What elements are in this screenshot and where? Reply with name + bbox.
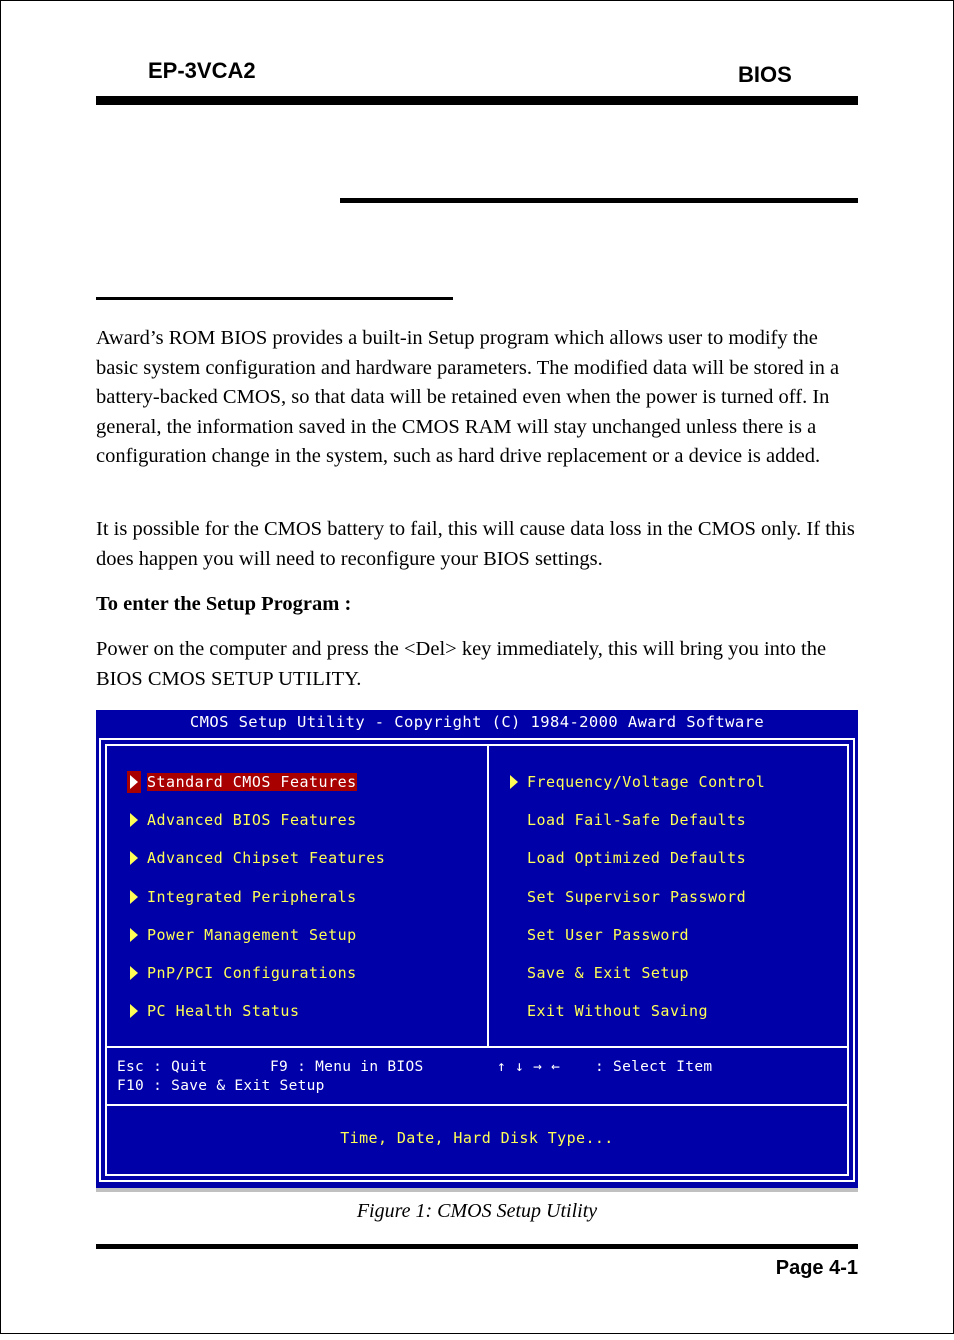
paragraph-battery: It is possible for the CMOS battery to f… — [96, 518, 855, 570]
menu-item[interactable]: Standard CMOS Features — [127, 771, 357, 793]
page-number: Page 4-1 — [775, 1257, 858, 1279]
menu-item-label: Set User Password — [527, 925, 690, 944]
menu-item[interactable]: Advanced Chipset Features — [127, 847, 385, 869]
help-f10: F10 : Save & Exit Setup — [117, 1078, 325, 1094]
menu-item[interactable]: PnP/PCI Configurations — [127, 962, 357, 984]
help-select: : Select Item — [595, 1059, 713, 1075]
column-divider — [487, 746, 489, 1046]
menu-item[interactable]: Advanced BIOS Features — [127, 809, 357, 831]
bios-screenshot: CMOS Setup Utility - Copyright (C) 1984-… — [96, 710, 858, 1188]
menu-item[interactable]: Integrated Peripherals — [127, 886, 357, 908]
submenu-arrow-icon — [127, 962, 141, 984]
menu-item-label: Advanced BIOS Features — [147, 811, 357, 830]
menu-item-label: Integrated Peripherals — [147, 887, 357, 906]
status-divider — [107, 1104, 847, 1106]
header-model: EP-3VCA2 — [148, 58, 256, 83]
submenu-arrow-icon — [127, 924, 141, 946]
paragraph-intro: Award’s ROM BIOS provides a built-in Set… — [96, 327, 840, 467]
arrow-keys-icon: ↑ ↓ → ← — [497, 1059, 561, 1075]
submenu-arrow-icon — [127, 809, 141, 831]
menu-item[interactable]: Set Supervisor Password — [527, 886, 746, 908]
bios-inner-border: Standard CMOS Features Advanced BIOS Feat… — [105, 744, 849, 1176]
subheading-enter-setup: To enter the Setup Program : — [96, 593, 352, 615]
menu-item-label: Power Management Setup — [147, 925, 357, 944]
paragraph-enter-setup: Power on the computer and press the <Del… — [96, 638, 827, 690]
menu-item[interactable]: Exit Without Saving — [527, 1000, 708, 1022]
item-description: Time, Date, Hard Disk Type... — [340, 1129, 614, 1147]
bios-outer-border: Standard CMOS Features Advanced BIOS Feat… — [99, 738, 855, 1182]
menu-item[interactable]: Load Fail-Safe Defaults — [527, 809, 746, 831]
submenu-arrow-icon — [507, 771, 521, 793]
menu-item-label: PnP/PCI Configurations — [147, 964, 357, 982]
menu-item-label: Exit Without Saving — [527, 1002, 709, 1021]
menu-item-label: Standard CMOS Features — [147, 773, 357, 791]
menu-item[interactable]: Frequency/Voltage Control — [507, 771, 765, 793]
menu-item-label: Advanced Chipset Features — [147, 849, 386, 868]
submenu-arrow-icon — [127, 771, 141, 793]
menu-item[interactable]: Save & Exit Setup — [527, 962, 689, 984]
bios-shadow — [96, 1188, 858, 1192]
submenu-arrow-icon — [127, 847, 141, 869]
help-divider — [107, 1046, 847, 1048]
menu-item[interactable]: PC Health Status — [127, 1000, 300, 1022]
header-section: BIOS — [738, 62, 792, 87]
menu-item-label: Frequency/Voltage Control — [527, 773, 766, 791]
menu-item-label: Set Supervisor Password — [527, 887, 747, 906]
menu-item-label: Save & Exit Setup — [527, 964, 690, 982]
menu-item-label: Load Optimized Defaults — [527, 849, 747, 868]
bios-title: CMOS Setup Utility - Copyright (C) 1984-… — [189, 713, 765, 731]
menu-item[interactable]: Power Management Setup — [127, 924, 357, 946]
help-esc: Esc : Quit — [117, 1059, 208, 1075]
menu-item[interactable]: Set User Password — [527, 924, 689, 946]
menu-item-label: PC Health Status — [147, 1002, 300, 1021]
section-rule — [96, 297, 453, 300]
chapter-rule — [340, 198, 858, 203]
footer-rule — [96, 1244, 858, 1249]
submenu-arrow-icon — [127, 886, 141, 908]
menu-item[interactable]: Load Optimized Defaults — [527, 847, 746, 869]
figure-caption: Figure 1: CMOS Setup Utility — [356, 1200, 598, 1222]
menu-item-label: Load Fail-Safe Defaults — [527, 811, 747, 830]
help-f9: F9 : Menu in BIOS — [270, 1059, 424, 1075]
submenu-arrow-icon — [127, 1000, 141, 1022]
header-rule — [96, 96, 858, 105]
